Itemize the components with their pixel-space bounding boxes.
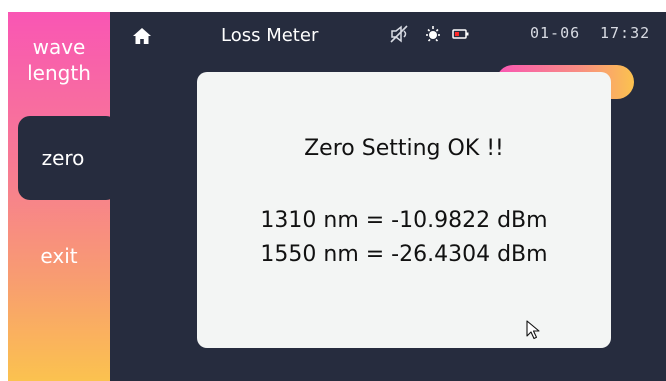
reading-1310: 1310 nm = -10.9822 dBm [260,208,548,233]
device-screen: wave length exit zero Loss Meter 01-06 1… [8,12,666,381]
mouse-pointer-icon [526,320,540,340]
battery-low-icon [452,29,469,39]
home-icon[interactable] [132,26,152,46]
status-date: 01-06 [530,24,581,42]
app-title: Loss Meter [221,25,319,46]
wavelength-button-label: wave length [27,35,91,85]
reading-1550: 1550 nm = -26.4304 dBm [260,242,548,267]
speaker-muted-icon [390,25,408,43]
status-time: 17:32 [600,24,651,42]
zero-button-label: zero [41,146,85,170]
zero-button[interactable]: zero [18,116,118,200]
wavelength-button[interactable]: wave length [8,34,110,86]
exit-button[interactable]: exit [8,244,110,268]
exit-button-label: exit [40,244,78,268]
dialog-message: Zero Setting OK !! [304,136,504,161]
zero-setting-dialog: Zero Setting OK !! 1310 nm = -10.9822 dB… [197,72,611,348]
brightness-icon [426,26,440,42]
